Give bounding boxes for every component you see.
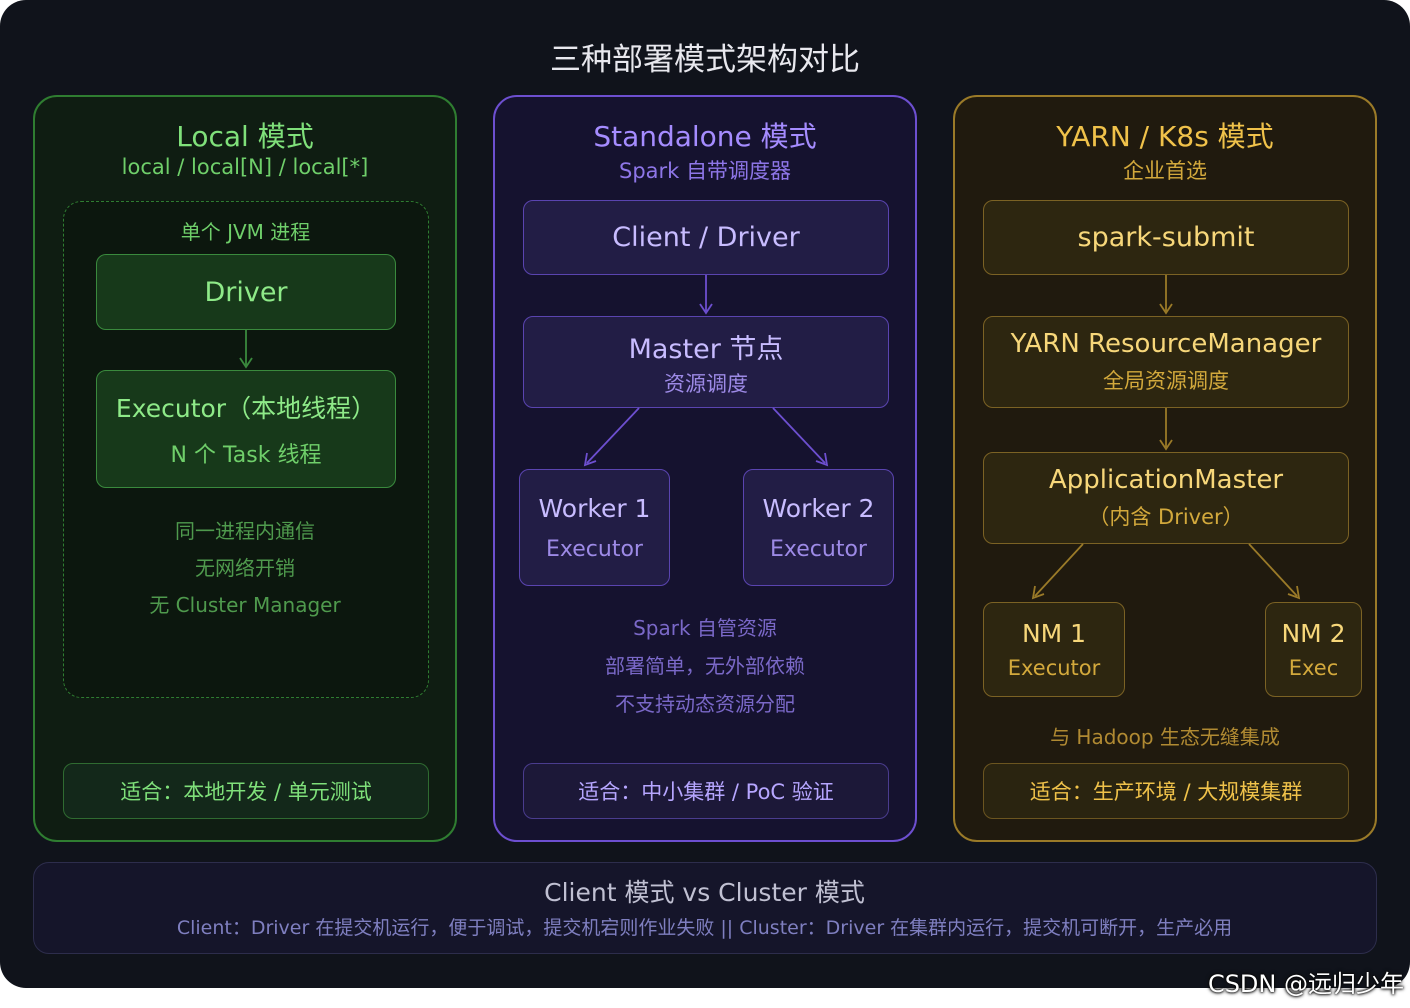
client-to-master-arrowhead xyxy=(699,303,713,315)
yarn-mode-title: YARN / K8s 模式 xyxy=(1056,120,1274,153)
client-cluster-comparison: Client 模式 vs Cluster 模式 Client：Driver 在提… xyxy=(33,862,1377,954)
local-note: 无网络开销 xyxy=(195,556,295,580)
master-node-box: Master 节点 资源调度 xyxy=(523,316,889,408)
local-executor-label: Executor（本地线程） xyxy=(115,394,377,423)
am-to-nm2-arrow xyxy=(1248,543,1298,597)
am-to-nm2-arrowhead xyxy=(1287,585,1301,600)
worker-2-label: Worker 2 xyxy=(762,493,875,523)
nm-1-label: NM 1 xyxy=(1021,619,1087,648)
standalone-note: 部署简单，无外部依赖 xyxy=(605,654,805,678)
am-to-nm1-arrow xyxy=(1034,543,1084,597)
application-master-sub: （内含 Driver） xyxy=(1088,505,1244,529)
resource-manager-label: YARN ResourceManager xyxy=(1010,329,1322,359)
diagram-title: 三种部署模式架构对比 xyxy=(550,42,860,78)
comparison-title: Client 模式 vs Cluster 模式 xyxy=(544,878,865,907)
local-driver-box: Driver xyxy=(96,254,396,330)
local-executor-box: Executor（本地线程） N 个 Task 线程 xyxy=(96,370,396,488)
rm-to-am-arrowhead xyxy=(1159,439,1173,451)
standalone-mode-panel: Standalone 模式 Spark 自带调度器 Client / Drive… xyxy=(493,95,917,842)
spark-submit-box: spark-submit xyxy=(983,200,1349,275)
worker-2-sub: Executor xyxy=(770,536,867,562)
local-mode-panel: Local 模式 local / local[N] / local[*] 单个 … xyxy=(33,95,457,842)
master-to-worker2-arrow xyxy=(772,407,826,464)
jvm-process-label: 单个 JVM 进程 xyxy=(180,220,311,244)
resource-manager-sub: 全局资源调度 xyxy=(1103,369,1229,393)
nm-2-label: NM 2 xyxy=(1281,619,1346,648)
worker-1-sub: Executor xyxy=(546,536,643,562)
standalone-fit-badge: 适合：中小集群 / PoC 验证 xyxy=(523,763,889,819)
local-note: 无 Cluster Manager xyxy=(149,593,341,617)
master-node-label: Master 节点 xyxy=(628,333,784,365)
yarn-mode-subtitle: 企业首选 xyxy=(1123,159,1207,183)
worker-1-label: Worker 1 xyxy=(538,493,651,523)
standalone-mode-subtitle: Spark 自带调度器 xyxy=(619,159,791,183)
local-notes: 同一进程内通信 无网络开销 无 Cluster Manager xyxy=(35,513,455,624)
worker-2-box: Worker 2 Executor xyxy=(743,469,894,586)
local-executor-sub: N 个 Task 线程 xyxy=(170,443,322,468)
yarn-mode-panel: YARN / K8s 模式 企业首选 spark-submit YARN Res… xyxy=(953,95,1377,842)
application-master-label: ApplicationMaster xyxy=(1048,465,1284,495)
standalone-mode-title: Standalone 模式 xyxy=(593,120,817,153)
worker-1-box: Worker 1 Executor xyxy=(519,469,670,586)
client-driver-label: Client / Driver xyxy=(612,222,800,253)
local-note: 同一进程内通信 xyxy=(175,519,315,543)
standalone-notes: Spark 自管资源 部署简单，无外部依赖 不支持动态资源分配 xyxy=(495,609,915,723)
comparison-text: Client：Driver 在提交机运行，便于调试，提交机宕则作业失败 || C… xyxy=(176,917,1233,939)
diagram-canvas: 三种部署模式架构对比 Local 模式 local / local[N] / l… xyxy=(0,0,1410,988)
local-mode-subtitle: local / local[N] / local[*] xyxy=(121,155,369,179)
master-to-worker1-arrowhead xyxy=(583,452,597,467)
nm-2-sub: Exec xyxy=(1288,656,1339,680)
local-mode-title: Local 模式 xyxy=(176,120,314,153)
yarn-fit-badge: 适合：生产环境 / 大规模集群 xyxy=(983,763,1349,819)
nm-1-sub: Executor xyxy=(1007,656,1101,680)
csdn-watermark: CSDN @远归少年 xyxy=(1207,970,1404,998)
local-fit-badge: 适合：本地开发 / 单元测试 xyxy=(63,763,429,819)
standalone-note: 不支持动态资源分配 xyxy=(615,692,795,716)
master-to-worker2-arrowhead xyxy=(815,452,829,467)
resource-manager-box: YARN ResourceManager 全局资源调度 xyxy=(983,316,1349,408)
am-to-nm1-arrowhead xyxy=(1031,585,1045,600)
nm-1-box: NM 1 Executor xyxy=(983,602,1125,697)
submit-to-rm-arrowhead xyxy=(1159,303,1173,315)
standalone-note: Spark 自管资源 xyxy=(633,616,777,640)
nm-2-box: NM 2 Exec xyxy=(1265,602,1362,697)
spark-submit-label: spark-submit xyxy=(1077,222,1255,253)
master-node-sub: 资源调度 xyxy=(664,371,748,396)
local-driver-label: Driver xyxy=(204,276,288,308)
client-driver-box: Client / Driver xyxy=(523,200,889,275)
application-master-box: ApplicationMaster （内含 Driver） xyxy=(983,452,1349,544)
master-to-worker1-arrow xyxy=(586,407,640,464)
yarn-note: 与 Hadoop 生态无缝集成 xyxy=(1050,725,1280,749)
